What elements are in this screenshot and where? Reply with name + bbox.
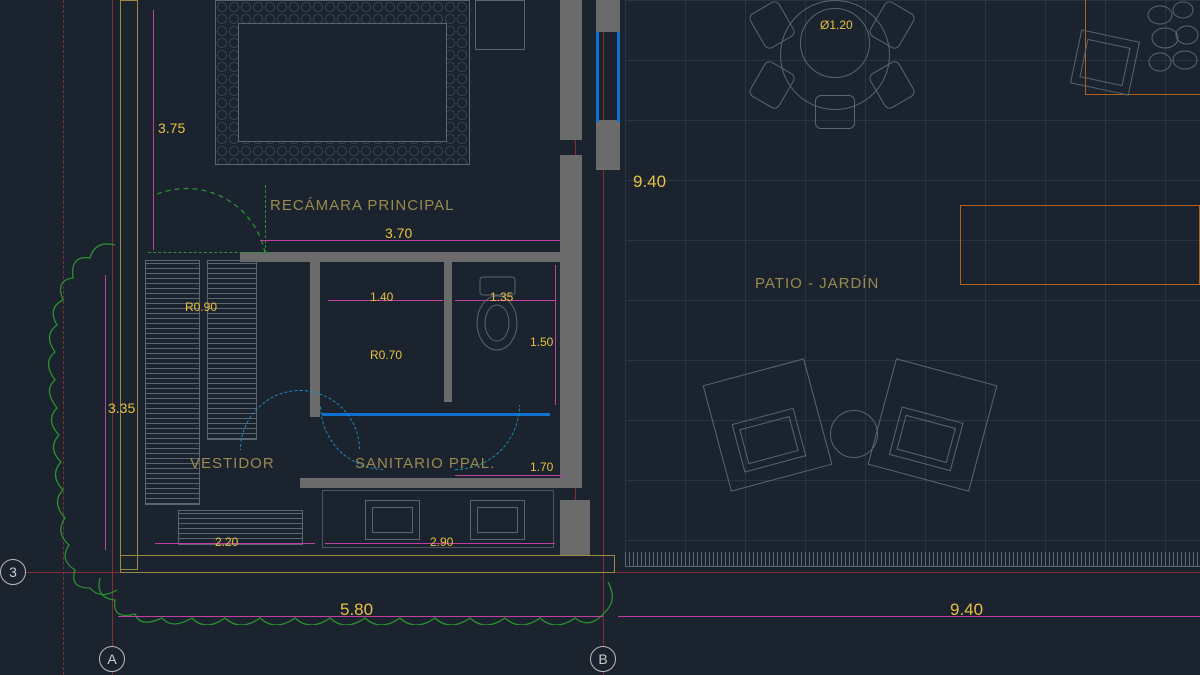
dim-5-80: 5.80 <box>340 600 373 620</box>
window-line-1 <box>596 32 599 122</box>
wall-seg-2 <box>560 155 582 260</box>
cad-viewport[interactable]: RECÁMARA PRINCIPAL VESTIDOR SANITARIO PP… <box>0 0 1200 675</box>
axis-bubble-3: 3 <box>0 559 26 585</box>
axis-bubble-a: A <box>99 646 125 672</box>
door-arc-2 <box>390 340 520 470</box>
dimline-1-50 <box>555 265 556 405</box>
wall-seg-5 <box>444 262 452 402</box>
dimline-3-75 <box>153 10 154 250</box>
label-vestidor: VESTIDOR <box>190 455 275 472</box>
dim-1-50: 1.50 <box>530 335 553 349</box>
door-arc-green <box>150 175 280 255</box>
dim-2-20: 2.20 <box>215 535 238 549</box>
wall-seg-8 <box>560 500 590 555</box>
wall-seg-3 <box>240 252 582 262</box>
window-line-2 <box>617 32 620 122</box>
bed <box>215 0 470 165</box>
wall-seg-10 <box>596 120 620 170</box>
dimline-9-40-b <box>618 616 1200 617</box>
nightstand <box>475 0 525 50</box>
dim-table-dia: Ø1.20 <box>820 18 853 32</box>
axis-bubble-b: B <box>590 646 616 672</box>
dim-r0-70: R0.70 <box>370 348 402 362</box>
wall-seg-1 <box>560 0 582 140</box>
wall-seg-9 <box>596 0 620 32</box>
closet-panel-2 <box>207 260 257 440</box>
wall-seg-6 <box>560 255 582 478</box>
shrub-left <box>45 240 140 600</box>
dim-9-40-bottom: 9.40 <box>950 600 983 620</box>
dim-2-90: 2.90 <box>430 535 453 549</box>
dim-r0-90: R0.90 <box>185 300 217 314</box>
toilet <box>470 275 525 355</box>
label-patio: PATIO - JARDÍN <box>755 275 879 292</box>
stone-path <box>1145 0 1200 100</box>
wall-seg-7 <box>300 478 582 488</box>
label-recamara: RECÁMARA PRINCIPAL <box>270 197 454 214</box>
planter-outline <box>960 205 1200 285</box>
label-sanitario: SANITARIO PPAL. <box>355 455 495 472</box>
dim-1-40: 1.40 <box>370 290 393 304</box>
dim-3-35: 3.35 <box>108 400 135 416</box>
closet-panel-3 <box>178 510 303 545</box>
dim-1-35: 1.35 <box>490 290 513 304</box>
dim-1-70: 1.70 <box>530 460 553 474</box>
dim-3-75: 3.75 <box>158 120 185 136</box>
dim-9-40-right: 9.40 <box>633 172 666 192</box>
fence-baseline <box>625 566 1200 567</box>
dim-3-70: 3.70 <box>385 225 412 241</box>
dimline-1-70 <box>455 475 565 476</box>
side-table-round <box>830 410 878 458</box>
chair-5 <box>815 95 855 129</box>
dimline-3-35 <box>105 275 106 550</box>
fence-pattern <box>625 552 1200 566</box>
